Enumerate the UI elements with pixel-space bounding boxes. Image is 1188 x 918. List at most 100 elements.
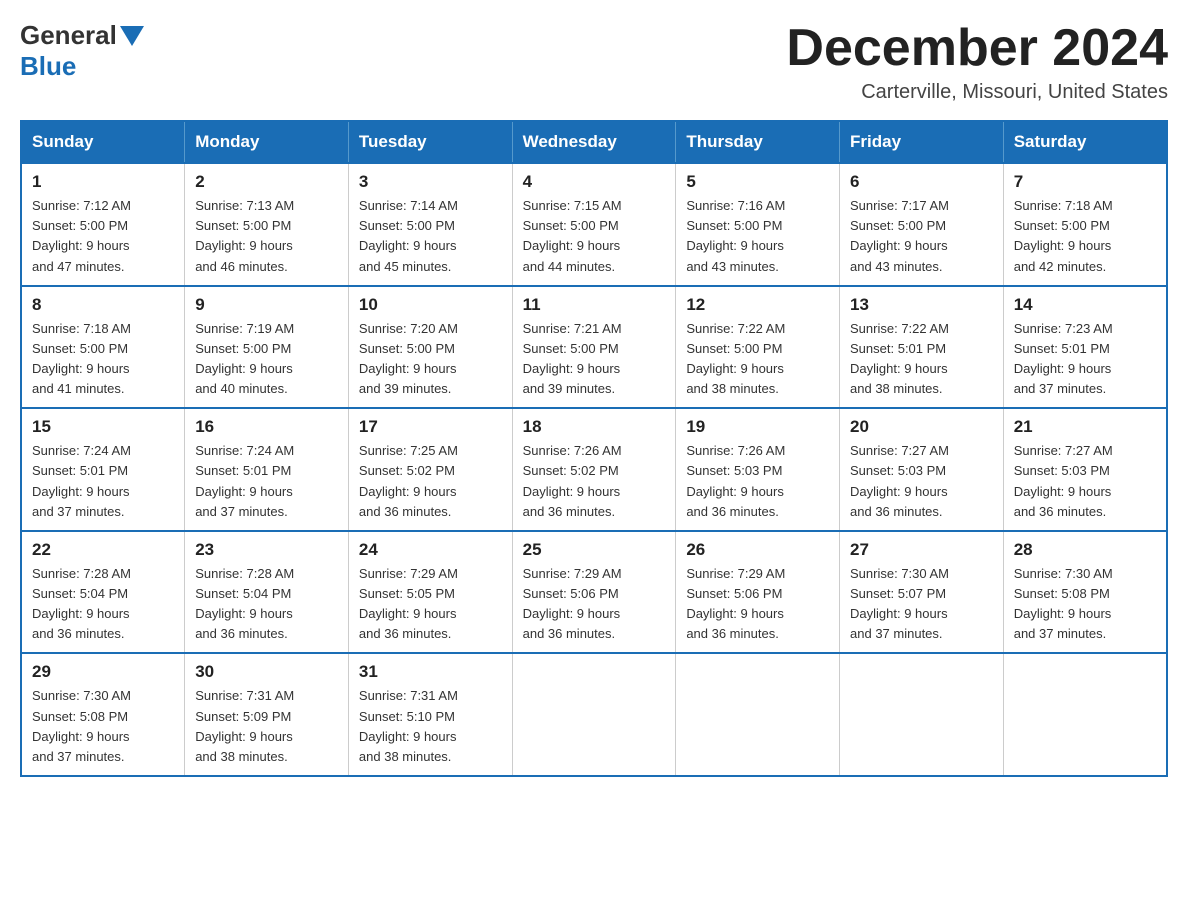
calendar-cell: 24 Sunrise: 7:29 AMSunset: 5:05 PMDayligh… [348,531,512,654]
day-number: 12 [686,295,829,315]
day-number: 11 [523,295,666,315]
header-sunday: Sunday [21,121,185,163]
day-number: 5 [686,172,829,192]
day-info: Sunrise: 7:22 AMSunset: 5:01 PMDaylight:… [850,319,993,400]
calendar-cell: 18 Sunrise: 7:26 AMSunset: 5:02 PMDayligh… [512,408,676,531]
day-info: Sunrise: 7:30 AMSunset: 5:07 PMDaylight:… [850,564,993,645]
day-number: 9 [195,295,338,315]
header-wednesday: Wednesday [512,121,676,163]
calendar-cell: 15 Sunrise: 7:24 AMSunset: 5:01 PMDayligh… [21,408,185,531]
week-row-5: 29Sunrise: 7:30 AMSunset: 5:08 PMDayligh… [21,653,1167,776]
calendar-cell: 13 Sunrise: 7:22 AMSunset: 5:01 PMDayligh… [840,286,1004,409]
calendar-cell: 1 Sunrise: 7:12 AMSunset: 5:00 PMDaylight… [21,163,185,286]
day-number: 13 [850,295,993,315]
calendar-cell: 29Sunrise: 7:30 AMSunset: 5:08 PMDayligh… [21,653,185,776]
logo: General Blue [20,20,147,82]
calendar-cell: 7 Sunrise: 7:18 AMSunset: 5:00 PMDaylight… [1003,163,1167,286]
day-info: Sunrise: 7:26 AMSunset: 5:02 PMDaylight:… [523,441,666,522]
month-year-title: December 2024 [786,20,1168,77]
calendar-cell: 20 Sunrise: 7:27 AMSunset: 5:03 PMDayligh… [840,408,1004,531]
calendar-cell: 11 Sunrise: 7:21 AMSunset: 5:00 PMDayligh… [512,286,676,409]
calendar-cell: 23 Sunrise: 7:28 AMSunset: 5:04 PMDayligh… [185,531,349,654]
day-number: 25 [523,540,666,560]
logo-triangle-icon [120,26,144,46]
calendar-cell: 8Sunrise: 7:18 AMSunset: 5:00 PMDaylight… [21,286,185,409]
day-number: 15 [32,417,174,437]
day-number: 4 [523,172,666,192]
day-info: Sunrise: 7:24 AMSunset: 5:01 PMDaylight:… [195,441,338,522]
calendar-cell: 22 Sunrise: 7:28 AMSunset: 5:04 PMDayligh… [21,531,185,654]
day-number: 3 [359,172,502,192]
day-number: 23 [195,540,338,560]
day-number: 27 [850,540,993,560]
day-info: Sunrise: 7:28 AMSunset: 5:04 PMDaylight:… [32,564,174,645]
day-number: 21 [1014,417,1156,437]
calendar-cell: 26 Sunrise: 7:29 AMSunset: 5:06 PMDayligh… [676,531,840,654]
week-row-4: 22 Sunrise: 7:28 AMSunset: 5:04 PMDayligh… [21,531,1167,654]
day-number: 30 [195,662,338,682]
day-info: Sunrise: 7:31 AMSunset: 5:09 PMDaylight:… [195,686,338,767]
day-info: Sunrise: 7:29 AMSunset: 5:06 PMDaylight:… [686,564,829,645]
calendar-cell: 21 Sunrise: 7:27 AMSunset: 5:03 PMDayligh… [1003,408,1167,531]
title-section: December 2024 Carterville, Missouri, Uni… [786,20,1168,104]
day-number: 19 [686,417,829,437]
header-saturday: Saturday [1003,121,1167,163]
day-number: 29 [32,662,174,682]
day-info: Sunrise: 7:28 AMSunset: 5:04 PMDaylight:… [195,564,338,645]
calendar-cell: 9 Sunrise: 7:19 AMSunset: 5:00 PMDaylight… [185,286,349,409]
day-info: Sunrise: 7:17 AMSunset: 5:00 PMDaylight:… [850,196,993,277]
calendar-cell: 12 Sunrise: 7:22 AMSunset: 5:00 PMDayligh… [676,286,840,409]
calendar-cell: 27 Sunrise: 7:30 AMSunset: 5:07 PMDayligh… [840,531,1004,654]
day-number: 17 [359,417,502,437]
day-number: 22 [32,540,174,560]
day-number: 1 [32,172,174,192]
header-tuesday: Tuesday [348,121,512,163]
day-number: 8 [32,295,174,315]
day-info: Sunrise: 7:25 AMSunset: 5:02 PMDaylight:… [359,441,502,522]
calendar-cell: 10 Sunrise: 7:20 AMSunset: 5:00 PMDayligh… [348,286,512,409]
calendar-cell: 25 Sunrise: 7:29 AMSunset: 5:06 PMDayligh… [512,531,676,654]
day-info: Sunrise: 7:15 AMSunset: 5:00 PMDaylight:… [523,196,666,277]
calendar-table: SundayMondayTuesdayWednesdayThursdayFrid… [20,120,1168,777]
day-number: 6 [850,172,993,192]
day-number: 26 [686,540,829,560]
calendar-cell: 17 Sunrise: 7:25 AMSunset: 5:02 PMDayligh… [348,408,512,531]
day-info: Sunrise: 7:22 AMSunset: 5:00 PMDaylight:… [686,319,829,400]
calendar-cell: 2Sunrise: 7:13 AMSunset: 5:00 PMDaylight… [185,163,349,286]
day-number: 20 [850,417,993,437]
calendar-cell: 5 Sunrise: 7:16 AMSunset: 5:00 PMDaylight… [676,163,840,286]
day-info: Sunrise: 7:27 AMSunset: 5:03 PMDaylight:… [1014,441,1156,522]
logo-blue-text: Blue [20,51,76,81]
day-info: Sunrise: 7:16 AMSunset: 5:00 PMDaylight:… [686,196,829,277]
day-info: Sunrise: 7:24 AMSunset: 5:01 PMDaylight:… [32,441,174,522]
calendar-cell: 28Sunrise: 7:30 AMSunset: 5:08 PMDayligh… [1003,531,1167,654]
day-info: Sunrise: 7:18 AMSunset: 5:00 PMDaylight:… [1014,196,1156,277]
day-number: 24 [359,540,502,560]
day-info: Sunrise: 7:21 AMSunset: 5:00 PMDaylight:… [523,319,666,400]
day-info: Sunrise: 7:23 AMSunset: 5:01 PMDaylight:… [1014,319,1156,400]
calendar-cell: 31Sunrise: 7:31 AMSunset: 5:10 PMDayligh… [348,653,512,776]
calendar-cell: 19 Sunrise: 7:26 AMSunset: 5:03 PMDayligh… [676,408,840,531]
day-info: Sunrise: 7:29 AMSunset: 5:05 PMDaylight:… [359,564,502,645]
logo-general-text: General [20,20,117,51]
calendar-cell: 6 Sunrise: 7:17 AMSunset: 5:00 PMDaylight… [840,163,1004,286]
header-friday: Friday [840,121,1004,163]
page-header: General Blue December 2024 Carterville, … [20,20,1168,104]
day-info: Sunrise: 7:19 AMSunset: 5:00 PMDaylight:… [195,319,338,400]
day-info: Sunrise: 7:30 AMSunset: 5:08 PMDaylight:… [1014,564,1156,645]
calendar-cell: 3 Sunrise: 7:14 AMSunset: 5:00 PMDaylight… [348,163,512,286]
day-number: 14 [1014,295,1156,315]
day-number: 18 [523,417,666,437]
day-info: Sunrise: 7:14 AMSunset: 5:00 PMDaylight:… [359,196,502,277]
header-thursday: Thursday [676,121,840,163]
day-number: 16 [195,417,338,437]
day-number: 7 [1014,172,1156,192]
calendar-cell [512,653,676,776]
day-number: 10 [359,295,502,315]
day-info: Sunrise: 7:20 AMSunset: 5:00 PMDaylight:… [359,319,502,400]
location-subtitle: Carterville, Missouri, United States [786,81,1168,104]
day-info: Sunrise: 7:12 AMSunset: 5:00 PMDaylight:… [32,196,174,277]
day-info: Sunrise: 7:29 AMSunset: 5:06 PMDaylight:… [523,564,666,645]
day-info: Sunrise: 7:27 AMSunset: 5:03 PMDaylight:… [850,441,993,522]
day-info: Sunrise: 7:26 AMSunset: 5:03 PMDaylight:… [686,441,829,522]
